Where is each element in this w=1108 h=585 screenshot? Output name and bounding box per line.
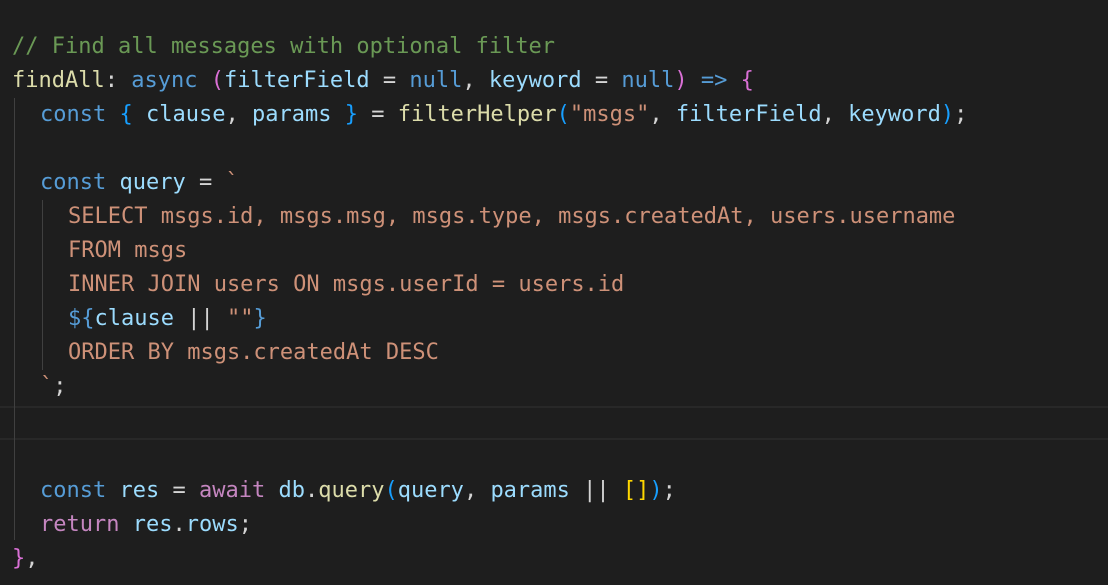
code-token: `: [225, 170, 239, 195]
code-token: =: [159, 478, 199, 503]
code-token: res: [132, 512, 173, 537]
code-token: rows: [185, 512, 239, 537]
code-token: ): [674, 68, 688, 93]
code-token: (: [556, 102, 570, 127]
code-token: params: [251, 102, 332, 127]
code-token: =: [369, 68, 410, 93]
code-token: ,: [25, 546, 39, 571]
code-token: =: [581, 68, 622, 93]
code-token: "": [226, 306, 254, 331]
code-token: query: [318, 478, 385, 503]
code-line-14: const res = await db.query(query, params…: [12, 474, 676, 508]
code-token: (: [210, 68, 224, 93]
code-token: query: [397, 478, 464, 503]
code-token: =>: [700, 68, 728, 93]
code-token: keyword: [488, 68, 582, 93]
code-token: =: [185, 170, 226, 195]
code-token: .: [304, 478, 319, 503]
code-line-8: INNER JOIN users ON msgs.userId = users.…: [12, 268, 624, 302]
code-line-3: const { clause, params } = filterHelper(…: [12, 98, 967, 132]
code-token: ): [649, 478, 663, 503]
code-token: ;: [238, 512, 252, 537]
code-token: null: [621, 68, 675, 93]
code-token: ;: [954, 102, 968, 127]
code-token: ): [940, 102, 955, 127]
code-token: await: [198, 478, 266, 503]
code-token: }: [344, 102, 358, 127]
code-line-16: },: [12, 542, 39, 576]
code-sql: ORDER BY msgs.createdAt DESC: [68, 340, 439, 365]
code-line-7: FROM msgs: [12, 234, 187, 268]
code-token: `: [40, 374, 54, 399]
code-line-5: const query = `: [12, 166, 239, 200]
code-token: query: [119, 170, 186, 195]
code-token: {: [740, 68, 754, 93]
code-token: ,: [821, 102, 849, 127]
code-line-9: ${clause || ""}: [12, 302, 267, 336]
code-token: ,: [649, 102, 676, 127]
code-line-11: `;: [12, 370, 67, 404]
code-token: ||: [569, 478, 623, 503]
code-sql: SELECT msgs.id, msgs.msg, msgs.type, msg…: [68, 204, 956, 229]
code-token: filterHelper: [397, 102, 557, 127]
code-sql: INNER JOIN users ON msgs.userId = users.…: [68, 272, 625, 297]
code-token: .: [172, 512, 186, 537]
code-token: clause: [145, 102, 226, 127]
code-token: ;: [662, 478, 676, 503]
code-line-1: // Find all messages with optional filte…: [12, 30, 555, 64]
code-token: null: [409, 68, 463, 93]
code-line-10: ORDER BY msgs.createdAt DESC: [12, 336, 439, 370]
current-line-highlight: [0, 406, 1108, 440]
code-token: []: [622, 478, 650, 503]
code-token: const: [40, 102, 107, 127]
code-token: filterField: [223, 68, 370, 93]
code-token: "msgs": [569, 102, 650, 127]
code-token: const: [40, 170, 107, 195]
code-line-2: findAll: async (filterField = null, keyw…: [12, 64, 754, 98]
code-token: params: [490, 478, 570, 503]
code-token: }: [12, 546, 26, 571]
code-token: async: [131, 68, 198, 93]
code-comment: // Find all messages with optional filte…: [12, 34, 556, 59]
code-sql: FROM msgs: [68, 238, 188, 263]
code-token: ;: [53, 374, 67, 399]
code-line-15: return res.rows;: [12, 508, 252, 542]
code-token: ||: [173, 306, 227, 331]
code-token: =: [357, 102, 398, 127]
code-token: ${: [68, 306, 95, 331]
code-token: return: [40, 512, 120, 537]
code-token: (: [384, 478, 398, 503]
code-token: filterField: [675, 102, 822, 127]
code-token: :: [104, 68, 132, 93]
code-token: const: [40, 478, 107, 503]
code-token: res: [119, 478, 160, 503]
code-editor[interactable]: // Find all messages with optional filte…: [0, 0, 1108, 585]
code-token: findAll: [12, 68, 105, 93]
code-token: ,: [225, 102, 252, 127]
code-token: db: [278, 478, 305, 503]
code-token: ,: [463, 478, 491, 503]
code-token: ,: [462, 68, 489, 93]
code-line-6: SELECT msgs.id, msgs.msg, msgs.type, msg…: [12, 200, 955, 234]
code-token: clause: [94, 306, 174, 331]
code-token: keyword: [848, 102, 941, 127]
code-token: }: [253, 306, 267, 331]
code-token: {: [119, 102, 133, 127]
